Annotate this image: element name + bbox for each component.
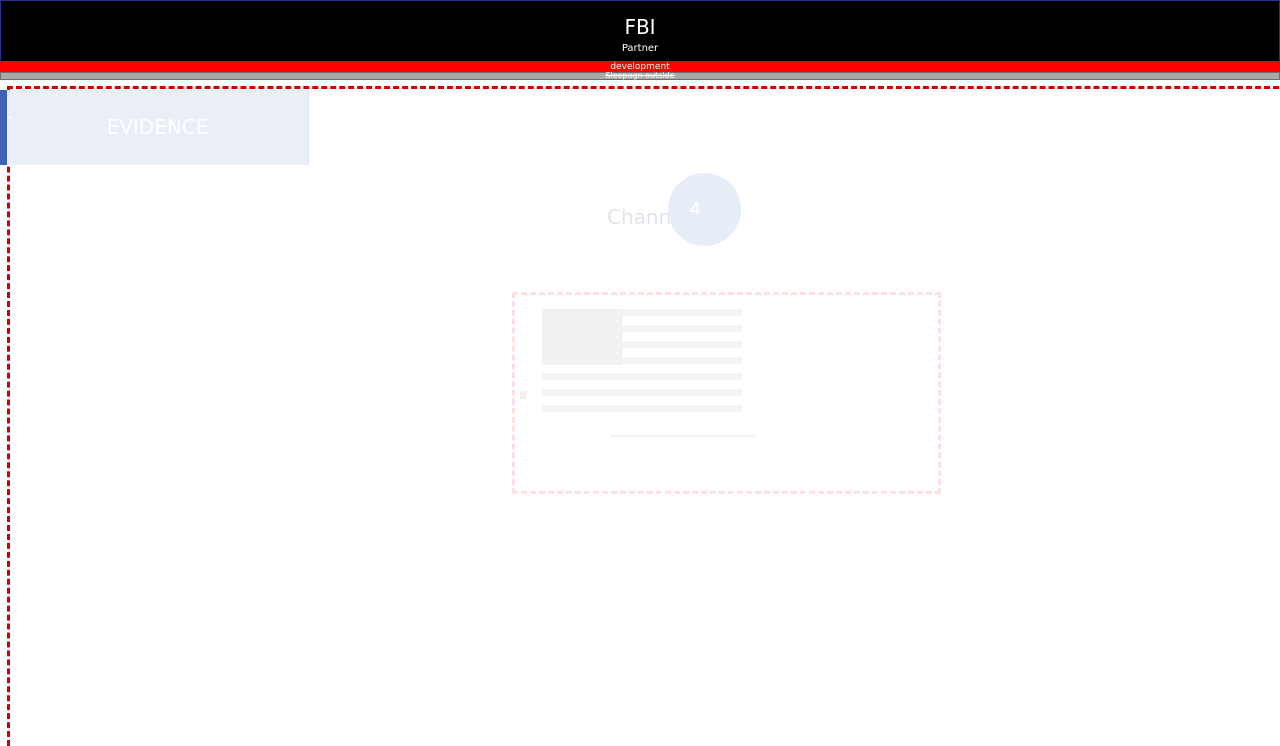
sidebar-item-label: EVIDENCE — [106, 115, 209, 139]
section-title: Chann — [607, 205, 672, 229]
warning-banner: Sleepogn outside — [0, 72, 1280, 80]
preview-marker — [520, 391, 526, 399]
preview-caption-line — [610, 435, 755, 437]
app-header: FBI Partner — [0, 0, 1280, 61]
sidebar-item-evidence[interactable]: EVIDENCE — [0, 90, 309, 165]
app-title: FBI — [624, 15, 656, 39]
preview-panel — [512, 292, 941, 494]
app-subtitle: Partner — [621, 43, 659, 54]
step-badge: 4 — [668, 173, 741, 246]
us-flag-icon — [542, 309, 742, 415]
